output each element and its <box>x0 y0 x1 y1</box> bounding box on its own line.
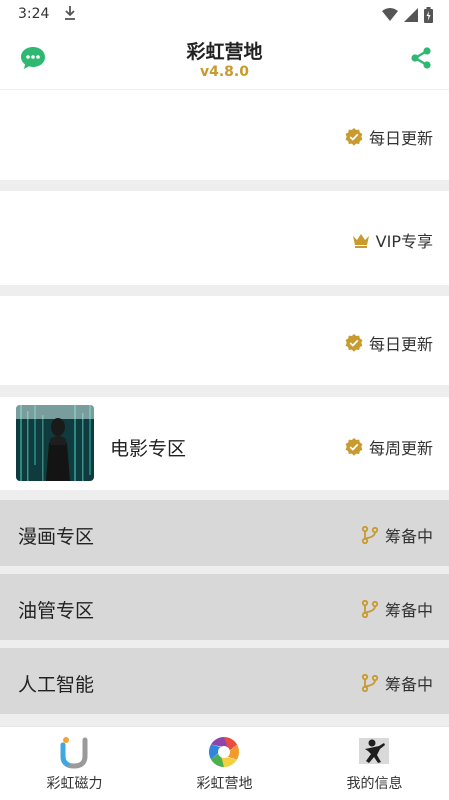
profile-figure-icon <box>359 738 389 764</box>
update-tag: 每日更新 <box>345 125 433 149</box>
status-time: 3:24 <box>18 6 50 22</box>
section-label: 漫画专区 <box>18 526 95 548</box>
tag-label: 每日更新 <box>368 335 433 354</box>
section-comics[interactable]: 漫画专区 筹备中 <box>0 500 449 566</box>
verified-icon <box>345 334 363 352</box>
status-label: 筹备中 <box>384 675 433 694</box>
status-bar: 3:24 <box>0 0 449 30</box>
battery-icon <box>424 7 433 23</box>
update-tag: 每日更新 <box>345 331 433 355</box>
vip-tag: VIP专享 <box>352 228 433 252</box>
status-icons <box>382 7 433 23</box>
nav-label: 彩虹磁力 <box>46 776 103 792</box>
share-icon[interactable] <box>409 46 433 70</box>
verified-icon <box>345 438 363 456</box>
branch-icon <box>361 674 379 692</box>
divider <box>0 285 449 296</box>
divider <box>0 180 449 191</box>
wifi-icon <box>382 8 398 21</box>
tag-label: VIP专享 <box>375 232 433 251</box>
section-youtube[interactable]: 油管专区 筹备中 <box>0 574 449 640</box>
magnet-u-icon <box>60 737 88 769</box>
nav-item-camp[interactable]: 彩虹营地 <box>150 727 299 800</box>
feature-card-2[interactable]: VIP专享 <box>0 191 449 285</box>
divider <box>0 640 449 648</box>
status-tag: 筹备中 <box>361 671 433 695</box>
section-ai[interactable]: 人工智能 筹备中 <box>0 648 449 714</box>
section-label: 油管专区 <box>18 600 95 622</box>
divider <box>0 490 449 500</box>
page-title: 彩虹营地 <box>186 41 263 63</box>
movie-zone-title: 电影专区 <box>110 438 187 460</box>
nav-label: 我的信息 <box>346 776 403 792</box>
feature-card-3[interactable]: 每日更新 <box>0 296 449 385</box>
branch-icon <box>361 600 379 618</box>
branch-icon <box>361 526 379 544</box>
version-label: v4.8.0 <box>200 64 249 80</box>
status-tag: 筹备中 <box>361 523 433 547</box>
divider <box>0 566 449 574</box>
nav-item-profile[interactable]: 我的信息 <box>300 727 449 800</box>
status-label: 筹备中 <box>384 601 433 620</box>
app-bar: 彩虹营地 v4.8.0 <box>0 30 449 90</box>
status-tag: 筹备中 <box>361 597 433 621</box>
nav-item-magnet[interactable]: 彩虹磁力 <box>0 727 149 800</box>
movie-poster-thumbnail <box>16 405 94 481</box>
tag-label: 每日更新 <box>368 129 433 148</box>
verified-icon <box>345 128 363 146</box>
nav-label: 彩虹营地 <box>196 776 253 792</box>
divider <box>0 385 449 397</box>
movie-zone-card[interactable]: 电影专区 每周更新 <box>0 397 449 490</box>
bottom-navigation: 彩虹磁力 彩虹营地 我的信息 <box>0 726 449 800</box>
feature-card-1[interactable]: 每日更新 <box>0 91 449 180</box>
crown-icon <box>352 234 369 248</box>
section-label: 人工智能 <box>18 674 95 696</box>
divider <box>0 714 449 726</box>
signal-icon <box>404 8 418 22</box>
status-label: 筹备中 <box>384 527 433 546</box>
update-tag: 每周更新 <box>345 435 433 459</box>
download-icon <box>65 6 75 20</box>
rainbow-aperture-icon <box>208 737 240 767</box>
tag-label: 每周更新 <box>368 439 433 458</box>
